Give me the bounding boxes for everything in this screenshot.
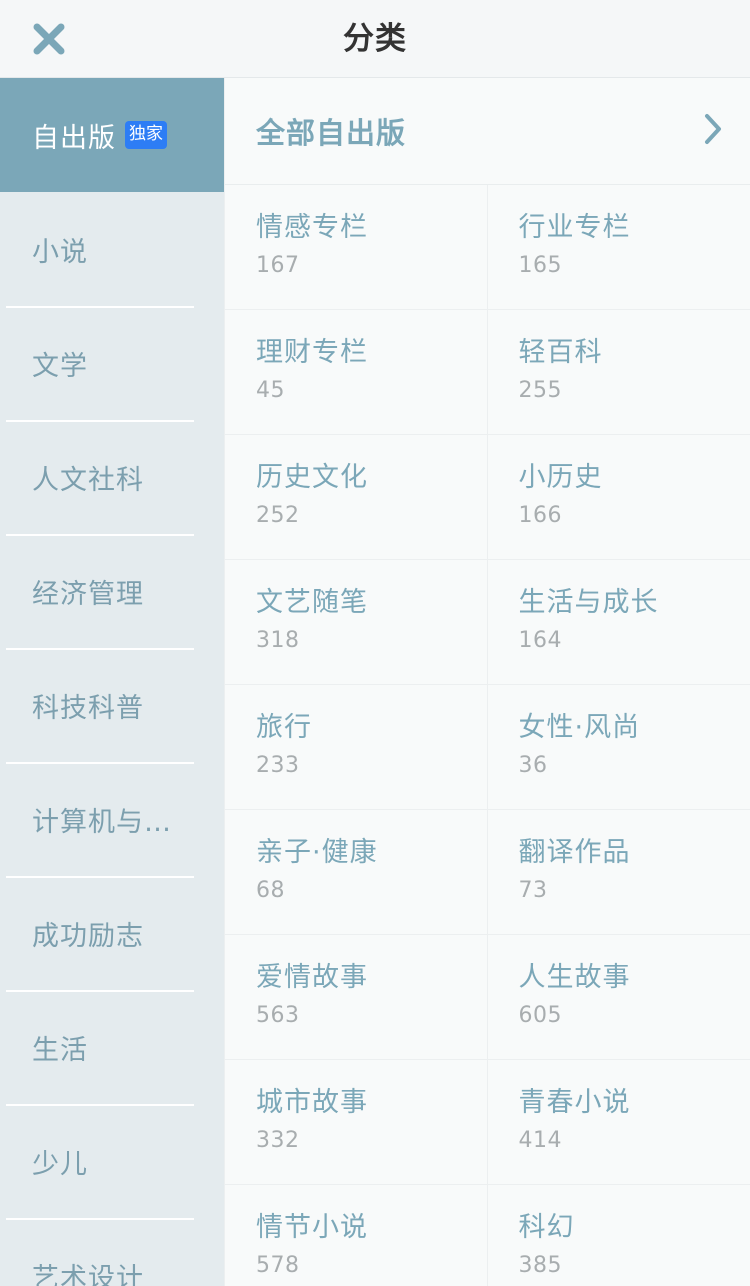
subcategory-count: 252 bbox=[256, 503, 300, 529]
subcategory-name: 行业专栏 bbox=[518, 212, 631, 243]
sidebar-item-label: 文学 bbox=[32, 350, 88, 382]
subcategory-cell[interactable]: 行业专栏 165 bbox=[487, 185, 750, 310]
sidebar-item[interactable]: 艺术设计 bbox=[0, 1218, 224, 1286]
subcategory-panel: 全部自出版 情感专栏 167 行业专栏 165 理财专栏 45 轻百科 255 历史文化 252 小… bbox=[224, 78, 750, 1286]
sidebar-item-label: 小说 bbox=[32, 236, 88, 268]
subcategory-count: 332 bbox=[256, 1128, 300, 1154]
sidebar-item[interactable]: 自出版 独家 bbox=[0, 78, 224, 192]
subcategory-count: 167 bbox=[256, 253, 300, 279]
subcategory-name: 女性·风尚 bbox=[518, 712, 641, 743]
subcategory-cell[interactable]: 轻百科 255 bbox=[487, 310, 750, 435]
subcategory-cell[interactable]: 情感专栏 167 bbox=[225, 185, 488, 310]
subcategory-cell[interactable]: 女性·风尚 36 bbox=[487, 685, 750, 810]
sidebar-item[interactable]: 计算机与… bbox=[0, 762, 224, 876]
subcategory-count: 36 bbox=[518, 753, 548, 779]
subcategory-count: 68 bbox=[256, 878, 285, 904]
all-subcategories-label: 全部自出版 bbox=[256, 116, 407, 150]
subcategory-count: 164 bbox=[518, 628, 562, 654]
subcategory-name: 生活与成长 bbox=[518, 587, 659, 618]
subcategory-cell[interactable]: 文艺随笔 318 bbox=[225, 560, 488, 685]
subcategory-cell[interactable]: 爱情故事 563 bbox=[225, 935, 488, 1060]
subcategory-name: 人生故事 bbox=[518, 962, 631, 993]
content-area: 自出版 独家小说文学人文社科经济管理科技科普计算机与… 成功励志生活少儿艺术设计 全… bbox=[0, 78, 750, 1286]
subcategory-name: 亲子·健康 bbox=[256, 837, 378, 868]
subcategory-cell[interactable]: 人生故事 605 bbox=[487, 935, 750, 1060]
sidebar-item-label: 艺术设计 bbox=[32, 1262, 144, 1286]
subcategory-count: 233 bbox=[256, 753, 300, 779]
subcategory-count: 414 bbox=[518, 1128, 562, 1154]
subcategory-count: 166 bbox=[518, 503, 562, 529]
subcategory-count: 578 bbox=[256, 1253, 300, 1279]
sidebar-item[interactable]: 科技科普 bbox=[0, 648, 224, 762]
sidebar-item[interactable]: 小说 bbox=[0, 192, 224, 306]
subcategory-name: 科幻 bbox=[518, 1212, 575, 1243]
subcategory-name: 爱情故事 bbox=[256, 962, 368, 993]
subcategory-count: 318 bbox=[256, 628, 300, 654]
sidebar-item-label: 经济管理 bbox=[32, 578, 144, 610]
subcategory-grid: 情感专栏 167 行业专栏 165 理财专栏 45 轻百科 255 历史文化 252 小历史 166 文… bbox=[225, 185, 750, 1286]
sidebar-item-label: 计算机与… bbox=[32, 806, 172, 838]
app-header: 分类 bbox=[0, 0, 750, 78]
subcategory-name: 翻译作品 bbox=[518, 837, 631, 868]
subcategory-cell[interactable]: 理财专栏 45 bbox=[225, 310, 488, 435]
subcategory-name: 旅行 bbox=[256, 712, 312, 743]
subcategory-name: 情节小说 bbox=[256, 1212, 368, 1243]
sidebar-item-label: 生活 bbox=[32, 1034, 88, 1066]
category-screen: 分类 自出版 独家小说文学人文社科经济管理科技科普计算机与… 成功励志生活少儿艺术设… bbox=[0, 0, 750, 1286]
sidebar-item[interactable]: 文学 bbox=[0, 306, 224, 420]
subcategory-name: 小历史 bbox=[518, 462, 603, 493]
sidebar-item[interactable]: 成功励志 bbox=[0, 876, 224, 990]
subcategory-name: 轻百科 bbox=[518, 337, 603, 368]
sidebar-item[interactable]: 人文社科 bbox=[0, 420, 224, 534]
subcategory-name: 文艺随笔 bbox=[256, 587, 368, 618]
subcategory-count: 73 bbox=[518, 878, 548, 904]
subcategory-cell[interactable]: 翻译作品 73 bbox=[487, 810, 750, 935]
subcategory-count: 45 bbox=[256, 378, 285, 404]
sidebar-item-label: 少儿 bbox=[32, 1148, 88, 1180]
subcategory-cell[interactable]: 生活与成长 164 bbox=[487, 560, 750, 685]
subcategory-name: 理财专栏 bbox=[256, 337, 368, 368]
subcategory-count: 165 bbox=[518, 253, 562, 279]
sidebar-item[interactable]: 少儿 bbox=[0, 1104, 224, 1218]
subcategory-count: 605 bbox=[518, 1003, 562, 1029]
sidebar-item-label: 成功励志 bbox=[32, 920, 144, 952]
subcategory-cell[interactable]: 历史文化 252 bbox=[225, 435, 488, 560]
subcategory-cell[interactable]: 小历史 166 bbox=[487, 435, 750, 560]
subcategory-cell[interactable]: 城市故事 332 bbox=[225, 1060, 488, 1185]
sidebar-item[interactable]: 经济管理 bbox=[0, 534, 224, 648]
subcategory-cell[interactable]: 科幻 385 bbox=[487, 1185, 750, 1286]
sidebar-item-label: 人文社科 bbox=[32, 464, 144, 496]
page-title: 分类 bbox=[343, 21, 407, 57]
subcategory-cell[interactable]: 亲子·健康 68 bbox=[225, 810, 488, 935]
category-sidebar[interactable]: 自出版 独家小说文学人文社科经济管理科技科普计算机与… 成功励志生活少儿艺术设计 bbox=[0, 78, 224, 1286]
exclusive-badge: 独家 bbox=[125, 121, 167, 149]
subcategory-cell[interactable]: 旅行 233 bbox=[225, 685, 488, 810]
subcategory-name: 青春小说 bbox=[518, 1087, 631, 1118]
sidebar-item-label: 科技科普 bbox=[32, 692, 144, 724]
sidebar-item-label: 自出版 bbox=[32, 122, 116, 154]
subcategory-count: 385 bbox=[518, 1253, 562, 1279]
subcategory-name: 历史文化 bbox=[256, 462, 368, 493]
subcategory-count: 255 bbox=[518, 378, 562, 404]
chevron-right-icon bbox=[702, 112, 724, 150]
sidebar-item[interactable]: 生活 bbox=[0, 990, 224, 1104]
subcategory-name: 情感专栏 bbox=[256, 212, 368, 243]
subcategory-count: 563 bbox=[256, 1003, 300, 1029]
subcategory-name: 城市故事 bbox=[256, 1087, 368, 1118]
all-subcategories-row[interactable]: 全部自出版 bbox=[225, 78, 750, 185]
subcategory-cell[interactable]: 情节小说 578 bbox=[225, 1185, 488, 1286]
subcategory-cell[interactable]: 青春小说 414 bbox=[487, 1060, 750, 1185]
